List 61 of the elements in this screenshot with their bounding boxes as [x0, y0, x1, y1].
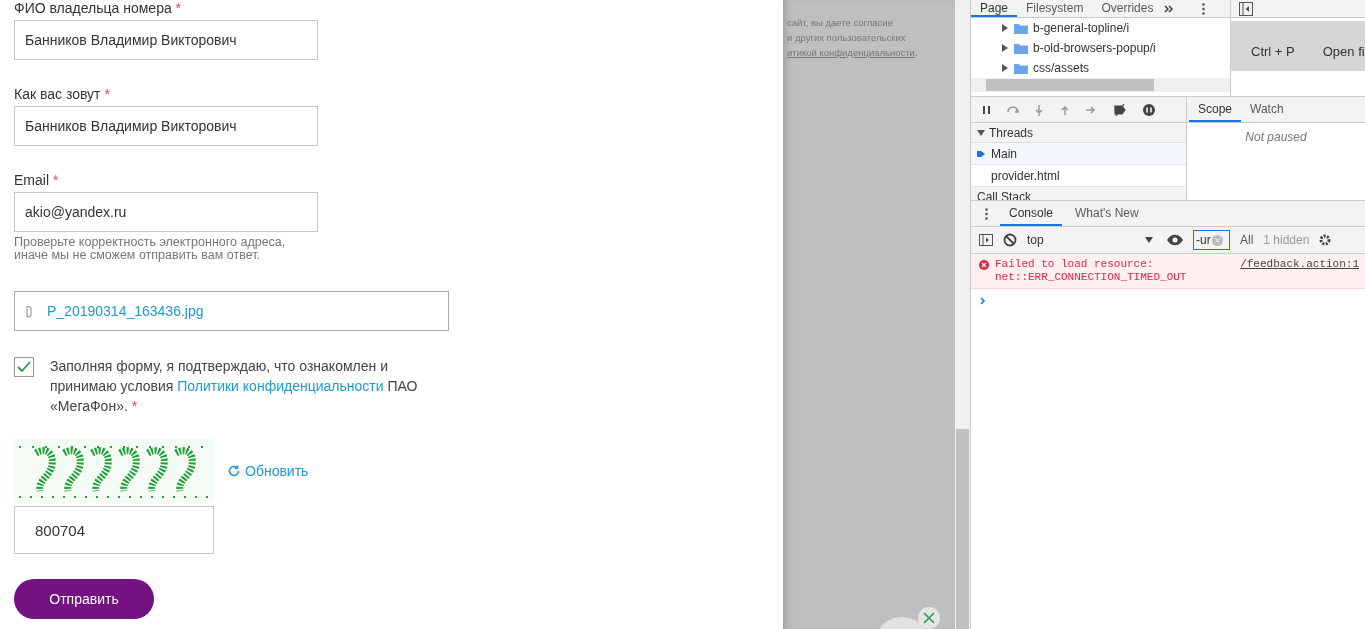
folder-icon [1014, 62, 1028, 74]
close-icon [923, 612, 935, 624]
tree-item[interactable]: css/assets [971, 58, 1230, 78]
menu-icon[interactable] [985, 207, 988, 220]
drawer-tab[interactable]: What's New [1066, 201, 1148, 226]
panel-tab[interactable]: Page [971, 0, 1018, 17]
submit-button[interactable]: Отправить [14, 579, 154, 619]
expand-arrow-icon[interactable] [1001, 64, 1009, 72]
sidebar-toggle-icon[interactable] [1239, 1, 1253, 16]
status-text: Not paused [1244, 130, 1308, 144]
message-text: Failed to load resource: net::ERR_CONNECTION_TIMED_OUT [995, 258, 1188, 284]
close-button[interactable] [918, 607, 940, 629]
expand-arrow-icon[interactable] [977, 128, 985, 137]
current-thread-icon [977, 148, 985, 159]
folder-icon [1014, 42, 1028, 54]
call-stack-header[interactable]: Call Stack [971, 187, 1186, 200]
expand-arrow-icon[interactable] [1001, 24, 1009, 32]
threads-header[interactable]: Threads [971, 123, 1186, 143]
field-label: Email * [14, 172, 60, 188]
pause-icon[interactable] [1143, 103, 1155, 116]
eye-icon[interactable] [1167, 234, 1183, 246]
more-tabs-icon[interactable] [1164, 4, 1175, 13]
error-icon [979, 260, 989, 270]
prompt-icon[interactable] [980, 297, 986, 305]
settings-icon[interactable] [1319, 234, 1332, 246]
caret-icon [1145, 237, 1153, 243]
expand-arrow-icon[interactable] [1001, 44, 1009, 52]
thread-item[interactable]: Main [971, 143, 1186, 165]
panel-tab[interactable]: Watch [1241, 97, 1293, 122]
overlay-text: сайт, вы даете согласие [787, 16, 894, 30]
captcha-field[interactable]: 800704 [14, 506, 214, 554]
sidebar-toggle-icon[interactable] [979, 233, 993, 247]
field-label: ФИО владельца номера * [14, 0, 183, 16]
source-link[interactable]: /feedback.action:1 [1240, 258, 1359, 284]
text-field[interactable]: Банников Владимир Викторович [14, 106, 318, 146]
field-hint: Проверьте корректность электронного адреса, иначе мы не сможем отправить вам ответ. [14, 236, 287, 262]
text-field[interactable]: Банников Владимир Викторович [14, 20, 318, 60]
clear-console-icon[interactable] [1003, 233, 1017, 247]
panel-tab[interactable]: Overrides [1092, 0, 1163, 17]
levels-dropdown[interactable]: All [1240, 233, 1254, 247]
paperclip-icon [25, 304, 33, 318]
horizontal-scrollbar[interactable] [971, 78, 1230, 92]
debugger-control-icon[interactable] [981, 103, 993, 116]
tree-item[interactable]: b-old-browsers-popup/i [971, 38, 1230, 58]
consent-text: Заполняя форму, я подтверждаю, что ознакомлен и принимаю условия Политики конфиденциальности ПАО «МегаФон». * [50, 357, 419, 416]
scrollbar-thumb[interactable] [956, 429, 969, 629]
panel-tab[interactable]: Filesystem [1017, 0, 1093, 17]
shortcut-text: Ctrl + P [1251, 44, 1295, 59]
hidden-count: 1 hidden [1263, 233, 1310, 247]
context-dropdown[interactable]: top [1027, 233, 1157, 247]
text-field[interactable]: akio@yandex.ru [14, 192, 318, 232]
panel-tab[interactable]: Scope [1189, 97, 1242, 122]
tree-item[interactable]: b-general-topline/i [971, 18, 1230, 38]
filter-field[interactable]: -ur [1193, 230, 1230, 250]
field-label: Как вас зовут * [14, 86, 111, 102]
consent-checkbox[interactable] [14, 357, 34, 377]
menu-icon[interactable] [1202, 2, 1206, 15]
overlay-text: итикой конфиденциальности. [787, 46, 919, 60]
folder-icon [1014, 22, 1028, 34]
shortcut-action: Open fi [1322, 44, 1365, 59]
refresh-icon [228, 465, 240, 477]
